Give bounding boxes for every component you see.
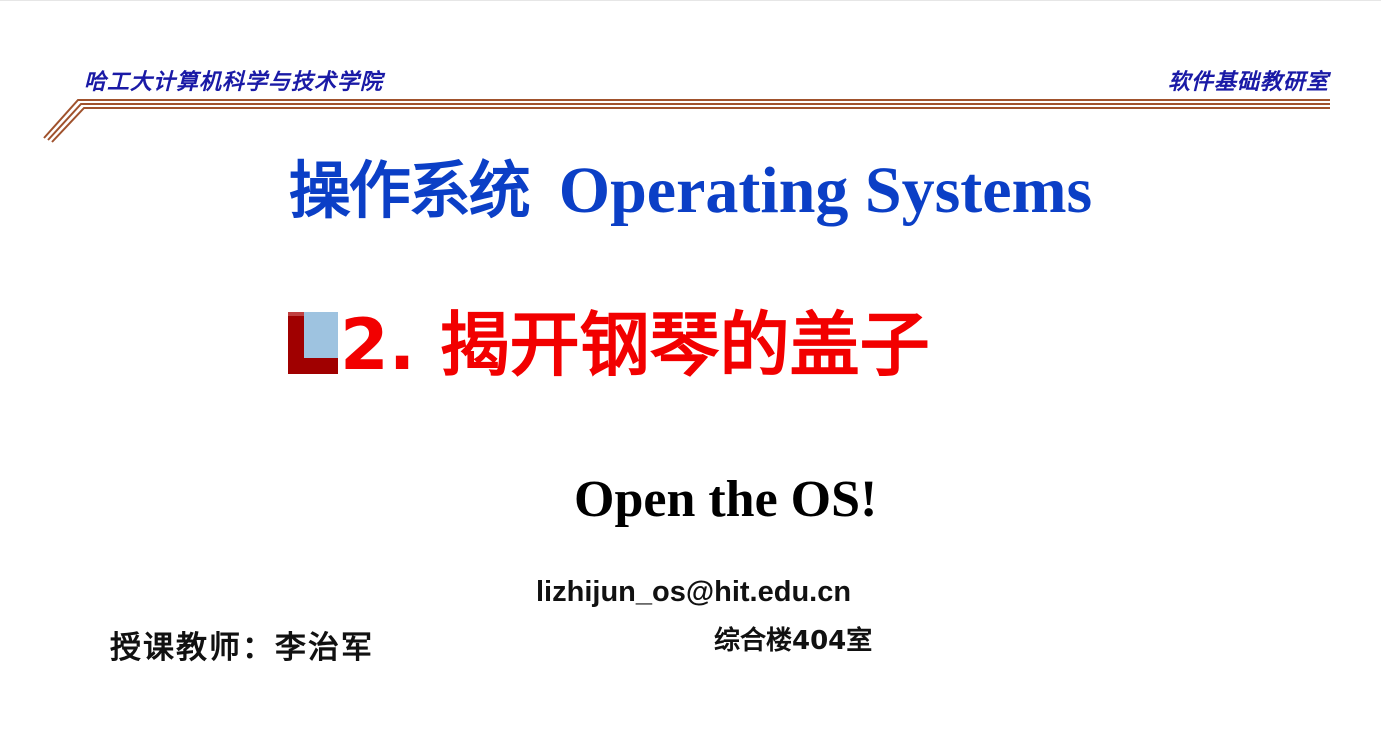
l-logo-icon [288,312,338,374]
contact-office: 综合楼404室 [714,626,873,656]
header-rule [43,99,1330,143]
header-rule-line-2 [47,103,1330,141]
subtitle: Open the OS! [574,471,878,528]
teacher-label: 授课教师：李治军 [110,630,374,666]
page-title: 操作系统 Operating Systems [0,140,1381,230]
title-english: Operating Systems [558,154,1093,227]
title-chinese: 操作系统 [288,154,531,227]
top-border [0,0,1381,1]
slide: 哈工大计算机科学与技术学院 软件基础教研室 操作系统 Operating Syst… [0,0,1381,739]
contact-email: lizhijun_os@hit.edu.cn [536,576,852,608]
header-school: 哈工大计算机科学与技术学院 [84,70,384,95]
lecture-title: 2. 揭开钢琴的盖子 [340,304,930,386]
header-rule-line-3 [51,107,1330,143]
header-department: 软件基础教研室 [1167,70,1329,95]
header-rule-line-1 [43,99,1330,139]
